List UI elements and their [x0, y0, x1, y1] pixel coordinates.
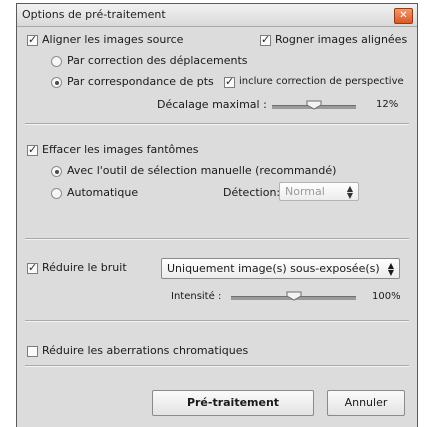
crop-aligned-label: Rogner images alignées [275, 33, 408, 46]
manual-selection-label: Avec l'outil de sélection manuelle (reco… [67, 164, 337, 177]
automatic-label: Automatique [67, 186, 139, 199]
max-offset-label: Décalage maximal : [157, 98, 267, 111]
detection-select[interactable]: Normal ▲ ▼ [279, 182, 359, 201]
align-images-checkbox[interactable] [27, 33, 38, 46]
cancel-button[interactable]: Annuler [327, 390, 405, 416]
perspective-checkbox[interactable] [224, 75, 235, 88]
close-button[interactable]: ✕ [394, 8, 413, 24]
title-bar[interactable]: Options de pré-traitement ✕ [17, 4, 417, 27]
divider [25, 320, 409, 322]
select-arrows-icon: ▲ ▼ [387, 261, 394, 277]
noise-mode-select[interactable]: Uniquement image(s) sous-exposée(s) ▲ ▼ [161, 258, 400, 279]
displacement-radio[interactable] [51, 56, 62, 67]
dialog-title: Options de pré-traitement [22, 8, 166, 21]
chromatic-aberration-checkbox[interactable] [27, 346, 38, 357]
points-radio[interactable] [51, 77, 62, 88]
divider [25, 238, 409, 240]
detection-select-value: Normal [285, 185, 325, 198]
manual-selection-radio[interactable] [51, 166, 62, 177]
select-arrows-icon: ▲ ▼ [346, 184, 353, 200]
automatic-radio[interactable] [51, 188, 62, 199]
intensity-label: Intensité : [171, 291, 222, 302]
preprocessing-dialog: Options de pré-traitement ✕ Aligner les … [16, 3, 418, 427]
remove-ghosts-checkbox[interactable] [27, 143, 38, 156]
crop-aligned-checkbox[interactable] [260, 33, 271, 46]
intensity-value: 100% [372, 291, 401, 302]
divider [25, 123, 409, 125]
reduce-noise-checkbox[interactable] [27, 261, 38, 274]
detection-label: Détection: [223, 186, 281, 199]
points-option-label: Par correspondance de pts [67, 75, 214, 88]
divider [25, 365, 409, 367]
perspective-label: inclure correction de perspective [239, 76, 404, 87]
noise-mode-value: Uniquement image(s) sous-exposée(s) [167, 262, 380, 275]
max-offset-value: 12% [376, 99, 399, 110]
remove-ghosts-label: Effacer les images fantômes [42, 143, 199, 156]
pretreat-button[interactable]: Pré-traitement [152, 390, 314, 416]
reduce-noise-label: Réduire le bruit [42, 261, 127, 274]
close-icon: ✕ [399, 10, 408, 21]
chromatic-aberration-label: Réduire les aberrations chromatiques [42, 344, 249, 357]
align-images-label: Aligner les images source [42, 33, 184, 46]
displacement-option-label: Par correction des déplacements [67, 54, 248, 67]
